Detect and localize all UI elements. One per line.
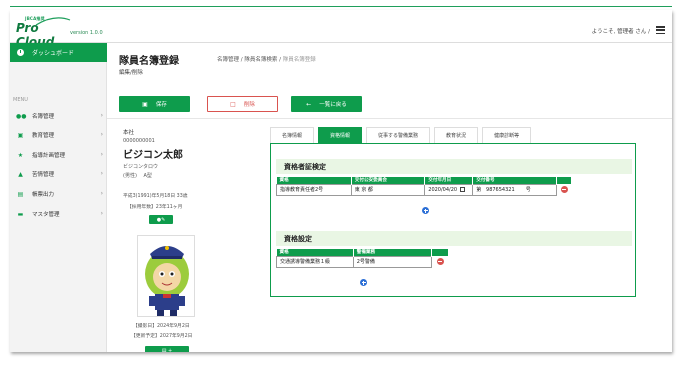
sidebar-item-label: 教育管理 xyxy=(32,133,55,139)
chevron-right-icon: › xyxy=(100,190,103,197)
sidebar-item-label: 名簿管理 xyxy=(32,114,55,120)
member-id: 0000000001 xyxy=(123,138,155,144)
column-header: 資格 xyxy=(276,177,352,184)
dashboard-icon xyxy=(17,49,24,56)
sidebar-item-master[interactable]: ▬ マスタ管理 › xyxy=(10,208,107,220)
member-sex-blood: (男性) A型 xyxy=(123,173,152,179)
tab-bar: 名簿情報 資格情報 従事する警備業務 教育状況 健康診断等 xyxy=(270,127,535,143)
top-accent-line xyxy=(10,6,672,7)
megaphone-icon: ▲ xyxy=(18,170,23,178)
add-row-icon[interactable] xyxy=(360,279,367,286)
chevron-right-icon: › xyxy=(100,210,103,217)
calendar-icon[interactable] xyxy=(460,186,466,192)
breadcrumb-current: 隊員名簿登録 xyxy=(282,57,316,63)
member-name: ビジコン太郎 xyxy=(123,150,183,161)
member-hire-years: 【採用年数】23年11ヶ月 xyxy=(127,205,183,210)
main-content: 隊員名簿登録 名簿管理 / 隊員名簿検索 / 隊員名簿登録 編集/削除 ▣ 保存… xyxy=(107,43,672,352)
tab-health[interactable]: 健康診断等 xyxy=(482,127,532,143)
divider xyxy=(107,118,672,119)
folder-icon: ▬ xyxy=(17,210,24,218)
back-to-list-button[interactable]: ← 一覧に戻る xyxy=(291,96,362,112)
column-header: 資格 xyxy=(276,249,354,256)
sidebar-item-label: マスタ管理 xyxy=(32,212,60,218)
number-field[interactable]: 第 987654321 号 xyxy=(472,183,557,196)
qualification-field[interactable]: 交通誘導警備業務１級 xyxy=(276,255,354,268)
sidebar-item-reports[interactable]: ▤ 帳票出力 › xyxy=(10,188,107,200)
table-header-row: 資格 警備業務 xyxy=(276,249,449,256)
committee-field[interactable]: 東 京 都 xyxy=(350,183,426,196)
member-birthdate: 平成3(1991)年5月18日 33歳 xyxy=(123,194,188,199)
page-subtitle: 編集/削除 xyxy=(119,70,143,76)
date-field[interactable]: 2020/04/20 xyxy=(424,183,474,196)
breadcrumb-item[interactable]: 名簿管理 xyxy=(217,57,239,63)
photo-renew-date: 【更新予定】2027年9月2日 xyxy=(131,334,193,339)
app-window: JBCA推奨 Pro Cloud version 1.0.0 ようこそ, 管理者… xyxy=(10,10,672,352)
photo-date: 【撮影日】2024年9月2日 xyxy=(133,324,190,329)
trash-icon: □ xyxy=(230,100,236,108)
image-add-icon: ▤ + xyxy=(161,347,173,353)
breadcrumb-item[interactable]: 隊員名簿検索 xyxy=(244,57,277,63)
hamburger-menu-icon[interactable] xyxy=(656,26,665,34)
sidebar-item-label: 指導計画管理 xyxy=(32,153,66,159)
printer-icon: ▤ xyxy=(17,190,24,198)
add-row-icon[interactable] xyxy=(422,207,429,214)
sidebar-item-guidance[interactable]: ★ 指導計画管理 › xyxy=(10,149,107,161)
delete-button[interactable]: □ 削除 xyxy=(207,96,278,112)
tab-education[interactable]: 教育状況 xyxy=(434,127,479,143)
duty-field[interactable]: 2号警備 xyxy=(352,255,433,268)
welcome-text[interactable]: ようこそ, 管理者 さん / xyxy=(592,27,650,35)
menu-section-label: MENU xyxy=(13,97,28,103)
tab-qualifications[interactable]: 資格情報 xyxy=(318,127,363,143)
qualification-setting-table: 資格 警備業務 交通誘導警備業務１級 2号警備 xyxy=(276,249,449,268)
section-heading: 資格設定 xyxy=(276,231,632,246)
save-icon: ▣ xyxy=(142,100,148,108)
sidebar-item-roster[interactable]: ●● 名簿管理 › xyxy=(10,110,107,122)
remove-row-icon[interactable] xyxy=(436,258,444,265)
edit-profile-button[interactable]: ●✎ xyxy=(149,215,173,224)
member-kana: ビジコンタロウ xyxy=(123,164,159,170)
branch-name: 本社 xyxy=(123,130,135,136)
tab-duties[interactable]: 従事する警備業務 xyxy=(366,127,431,143)
qualifications-panel: 資格者証検定 資格 交付公安委員会 交付年月日 交付番号 指導教育責任者2号 東… xyxy=(270,143,636,297)
page-title: 隊員名簿登録 xyxy=(119,56,179,67)
table-header-row: 資格 交付公安委員会 交付年月日 交付番号 xyxy=(276,177,573,184)
column-header: 交付年月日 xyxy=(424,177,474,184)
save-button[interactable]: ▣ 保存 xyxy=(119,96,190,112)
procloud-logo[interactable]: JBCA推奨 Pro Cloud xyxy=(16,16,76,49)
chevron-right-icon: › xyxy=(100,131,103,138)
qualification-cert-table: 資格 交付公安委員会 交付年月日 交付番号 指導教育責任者2号 東 京 都 20… xyxy=(276,177,573,196)
table-row: 交通誘導警備業務１級 2号警備 xyxy=(276,255,449,268)
sidebar-item-complaints[interactable]: ▲ 苦情管理 › xyxy=(10,168,107,180)
arrow-left-icon: ← xyxy=(306,100,312,108)
chevron-right-icon: › xyxy=(100,170,103,177)
remove-row-icon[interactable] xyxy=(560,186,568,193)
star-icon: ★ xyxy=(17,151,24,159)
column-header: 交付公安委員会 xyxy=(351,177,426,184)
chevron-right-icon: › xyxy=(100,112,103,119)
sidebar-item-label: 帳票出力 xyxy=(32,192,55,198)
sidebar-item-label: ダッシュボード xyxy=(32,50,75,57)
chevron-right-icon: › xyxy=(100,151,103,158)
user-edit-icon: ●✎ xyxy=(156,216,166,223)
table-row: 指導教育責任者2号 東 京 都 2020/04/20 第 987654321 号 xyxy=(276,183,572,196)
sidebar-item-education[interactable]: ▣ 教育管理 › xyxy=(10,129,107,141)
sidebar-item-dashboard[interactable]: ダッシュボード xyxy=(10,43,107,62)
tab-roster-info[interactable]: 名簿情報 xyxy=(270,127,315,143)
version-label: version 1.0.0 xyxy=(70,30,103,36)
upload-photo-button[interactable]: ▤ + xyxy=(145,346,189,352)
sitemap-icon: ▣ xyxy=(17,131,24,139)
qualification-field[interactable]: 指導教育責任者2号 xyxy=(276,183,352,196)
breadcrumb: 名簿管理 / 隊員名簿検索 / 隊員名簿登録 xyxy=(217,57,316,63)
mascot-image xyxy=(145,246,189,316)
section-heading: 資格者証検定 xyxy=(276,159,632,174)
member-photo[interactable] xyxy=(137,235,195,317)
users-icon: ●● xyxy=(16,112,27,120)
app-header: JBCA推奨 Pro Cloud version 1.0.0 ようこそ, 管理者… xyxy=(10,10,672,49)
column-header: 交付番号 xyxy=(472,177,557,184)
sidebar-item-label: 苦情管理 xyxy=(32,172,55,178)
column-header: 警備業務 xyxy=(353,249,433,256)
sidebar: ダッシュボード MENU ●● 名簿管理 › ▣ 教育管理 › ★ 指導計画管理… xyxy=(10,43,107,352)
